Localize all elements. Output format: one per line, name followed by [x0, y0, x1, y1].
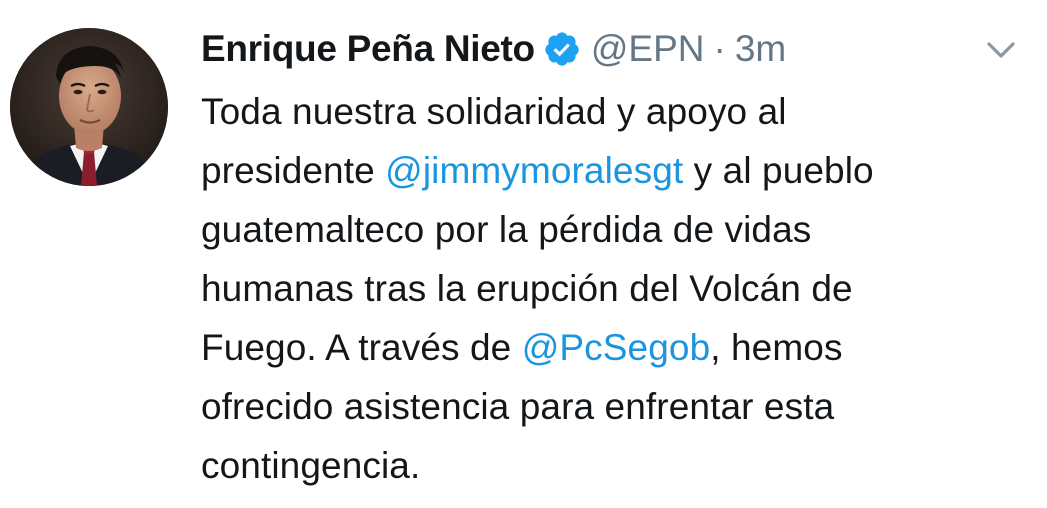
tweet-timestamp[interactable]: 3m — [735, 28, 786, 69]
tweet-line: presidente @jimmymoralesgt y al pueblo — [201, 141, 1031, 200]
mention-link-jimmymoralesgt[interactable]: @jimmymoralesgt — [385, 150, 683, 191]
tweet[interactable]: Enrique Peña Nieto @EPN · 3m Toda nuestra … — [0, 0, 1047, 508]
avatar-image — [10, 28, 168, 186]
tweet-text-segment: presidente — [201, 150, 386, 191]
avatar[interactable] — [10, 28, 168, 186]
tweet-text: Toda nuestra solidaridad y apoyo al pres… — [201, 82, 1031, 495]
author-handle[interactable]: @EPN — [591, 28, 705, 69]
tweet-header: Enrique Peña Nieto @EPN · 3m — [201, 24, 786, 74]
tweet-line: Fuego. A través de @PcSegob, hemos — [201, 318, 1031, 377]
verified-badge-icon — [543, 30, 581, 68]
tweet-line: guatemalteco por la pérdida de vidas — [201, 209, 812, 250]
tweet-text-segment: Fuego. A través de — [201, 327, 522, 368]
tweet-line: humanas tras la erupción del Volcán de — [201, 268, 853, 309]
meta-separator: · — [713, 28, 726, 69]
tweet-line: Toda nuestra solidaridad y apoyo al — [201, 91, 787, 132]
tweet-text-segment: y al pueblo — [683, 150, 874, 191]
tweet-line: contingencia. — [201, 445, 421, 486]
mention-link-pcsegob[interactable]: @PcSegob — [522, 327, 711, 368]
chevron-down-icon[interactable] — [985, 36, 1017, 64]
tweet-meta: @EPN · 3m — [591, 28, 786, 70]
author-name[interactable]: Enrique Peña Nieto — [201, 28, 535, 70]
tweet-line: ofrecido asistencia para enfrentar esta — [201, 386, 835, 427]
tweet-text-segment: , hemos — [710, 327, 843, 368]
